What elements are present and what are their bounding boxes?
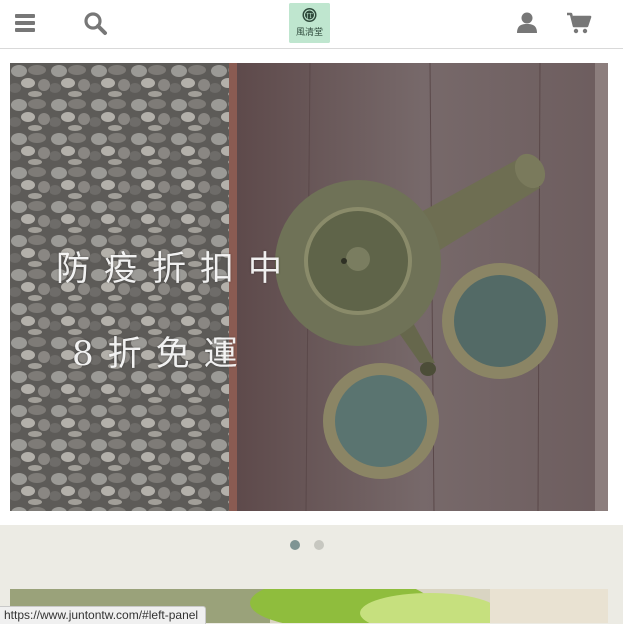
link-status-bar: https://www.juntontw.com/#left-panel bbox=[0, 606, 207, 624]
logo-text: 風清堂 bbox=[295, 28, 323, 38]
menu-icon[interactable] bbox=[12, 10, 38, 36]
top-navigation-bar: JT 風清堂 bbox=[0, 0, 623, 49]
cart-icon[interactable] bbox=[566, 10, 592, 36]
hero-slide-image[interactable]: 防疫折扣中 8折免運 bbox=[10, 63, 608, 511]
carousel-dot-2[interactable] bbox=[314, 540, 324, 550]
svg-text:JT: JT bbox=[305, 13, 312, 20]
search-icon[interactable] bbox=[82, 10, 108, 36]
hero-carousel: 防疫折扣中 8折免運 bbox=[0, 49, 623, 525]
carousel-dot-1[interactable] bbox=[290, 540, 300, 550]
carousel-pagination bbox=[290, 540, 324, 552]
site-logo[interactable]: JT 風清堂 bbox=[289, 3, 330, 43]
user-icon[interactable] bbox=[514, 10, 540, 36]
